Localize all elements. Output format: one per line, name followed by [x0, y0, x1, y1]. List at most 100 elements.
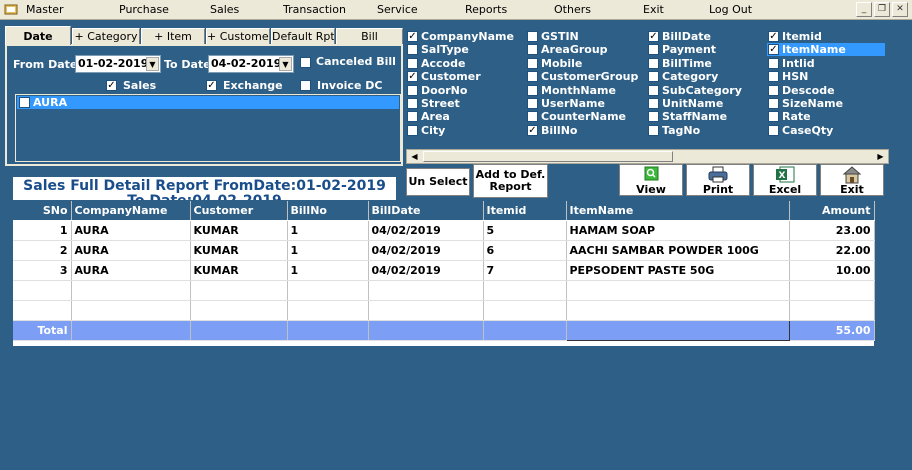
chevron-down-icon[interactable]: ▼	[279, 57, 292, 71]
table-row[interactable]: 2 AURA KUMAR 1 04/02/2019 6 AACHI SAMBAR POWDE…	[13, 240, 875, 261]
column-option-checkbox[interactable]	[768, 111, 779, 123]
menu-transaction[interactable]: Transaction	[283, 3, 346, 16]
list-item[interactable]: AURA	[17, 96, 399, 109]
column-option-checkbox[interactable]	[407, 71, 418, 83]
menu-others[interactable]: Others	[554, 3, 591, 16]
tab-date[interactable]: Date	[5, 26, 71, 45]
menu-purchase[interactable]: Purchase	[119, 3, 169, 16]
column-option-checkbox[interactable]	[407, 124, 418, 136]
exit-button[interactable]: Exit	[820, 164, 884, 196]
column-option[interactable]: Accode	[406, 57, 465, 70]
table-cell[interactable]: 10.00	[789, 260, 875, 281]
tab-customer[interactable]: + Customer	[206, 28, 270, 45]
column-option-checkbox[interactable]	[768, 44, 779, 56]
table-cell[interactable]: PEPSODENT PASTE 50G	[566, 260, 790, 281]
view-button[interactable]: View	[619, 164, 683, 196]
column-option[interactable]: Street	[406, 97, 460, 110]
column-option-checkbox[interactable]	[768, 124, 779, 136]
table-cell[interactable]: 04/02/2019	[368, 220, 484, 241]
table-cell[interactable]: AURA	[71, 220, 191, 241]
from-date-picker[interactable]: 01-02-2019 ▼	[75, 55, 161, 73]
column-scrollbar[interactable]: ◀ ▶	[406, 149, 889, 164]
menu-reports[interactable]: Reports	[465, 3, 507, 16]
column-option[interactable]: Category	[647, 70, 718, 83]
column-option[interactable]: BillTime	[647, 57, 712, 70]
header-companyname[interactable]: CompanyName	[71, 201, 191, 221]
column-option[interactable]: GSTIN	[526, 30, 579, 43]
table-cell[interactable]: 1	[287, 220, 369, 241]
report-grid[interactable]: SNo CompanyName Customer BillNo BillDate…	[13, 201, 875, 346]
column-option[interactable]: ItemName	[767, 43, 885, 57]
column-option-checkbox[interactable]	[407, 57, 418, 69]
menu-service[interactable]: Service	[377, 3, 418, 16]
table-cell[interactable]: 04/02/2019	[368, 260, 484, 281]
table-cell[interactable]: 7	[483, 260, 567, 281]
minimize-button[interactable]: _	[856, 2, 872, 17]
scroll-right-icon[interactable]: ▶	[873, 150, 888, 163]
column-option[interactable]: DoorNo	[406, 84, 467, 97]
column-option-checkbox[interactable]	[768, 57, 779, 69]
column-option[interactable]: Descode	[767, 84, 835, 97]
column-option-checkbox[interactable]	[527, 111, 538, 123]
header-amount[interactable]: Amount	[789, 201, 875, 221]
column-option[interactable]: CompanyName	[406, 30, 514, 43]
table-cell[interactable]: 23.00	[789, 220, 875, 241]
column-option[interactable]: UnitName	[647, 97, 723, 110]
invoice-dc-checkbox[interactable]	[300, 80, 311, 91]
column-option[interactable]: CustomerGroup	[526, 70, 638, 83]
table-cell[interactable]: 1	[287, 240, 369, 261]
list-item-checkbox[interactable]	[19, 97, 30, 108]
exchange-checkbox[interactable]	[206, 80, 217, 91]
table-cell[interactable]: 1	[13, 220, 72, 241]
restore-button[interactable]: ❐	[874, 2, 890, 17]
print-button[interactable]: Print	[686, 164, 750, 196]
column-option-checkbox[interactable]	[527, 84, 538, 96]
scroll-thumb[interactable]	[423, 151, 673, 162]
column-option-checkbox[interactable]	[407, 44, 418, 56]
column-option[interactable]: City	[406, 124, 445, 137]
column-option-checkbox[interactable]	[768, 31, 779, 42]
column-option[interactable]: Area	[406, 110, 450, 123]
column-option[interactable]: Customer	[406, 70, 481, 83]
table-cell[interactable]: KUMAR	[190, 260, 288, 281]
table-row[interactable]: 1 AURA KUMAR 1 04/02/2019 5 HAMAM SOAP 23.00	[13, 220, 875, 241]
column-option[interactable]: SubCategory	[647, 84, 742, 97]
menu-sales[interactable]: Sales	[210, 3, 239, 16]
menu-logout[interactable]: Log Out	[709, 3, 752, 16]
table-cell[interactable]: AACHI SAMBAR POWDER 100G	[566, 240, 790, 261]
canceled-bill-checkbox[interactable]	[300, 57, 311, 68]
column-option-checkbox[interactable]	[407, 98, 418, 109]
to-date-picker[interactable]: 04-02-2019 ▼	[208, 55, 294, 73]
column-option-checkbox[interactable]	[648, 57, 659, 69]
header-billdate[interactable]: BillDate	[368, 201, 484, 221]
menu-exit[interactable]: Exit	[643, 3, 664, 16]
column-option-checkbox[interactable]	[648, 124, 659, 136]
excel-button[interactable]: X Excel	[753, 164, 817, 196]
column-option[interactable]: AreaGroup	[526, 43, 608, 56]
table-cell[interactable]: 22.00	[789, 240, 875, 261]
table-cell[interactable]: 2	[13, 240, 72, 261]
column-option-checkbox[interactable]	[527, 124, 538, 136]
table-cell[interactable]: KUMAR	[190, 240, 288, 261]
close-button[interactable]: ✕	[892, 2, 908, 17]
table-cell[interactable]: AURA	[71, 260, 191, 281]
column-option-checkbox[interactable]	[407, 111, 418, 123]
add-to-default-report-button[interactable]: Add to Def. Report	[473, 164, 548, 198]
table-cell[interactable]: 3	[13, 260, 72, 281]
column-option[interactable]: Itemid	[767, 30, 822, 43]
header-itemid[interactable]: Itemid	[483, 201, 567, 221]
column-option[interactable]: Payment	[647, 43, 716, 56]
column-option[interactable]: SizeName	[767, 97, 843, 110]
column-option-checkbox[interactable]	[648, 31, 659, 42]
tab-default-rpt[interactable]: Default Rpt	[271, 28, 335, 45]
column-option[interactable]: HSN	[767, 70, 808, 83]
column-option[interactable]: Intlid	[767, 57, 815, 70]
column-option-checkbox[interactable]	[648, 98, 659, 109]
header-sno[interactable]: SNo	[13, 201, 72, 221]
column-option-checkbox[interactable]	[768, 98, 779, 109]
table-cell[interactable]: 5	[483, 220, 567, 241]
column-option-checkbox[interactable]	[648, 111, 659, 123]
company-list[interactable]: AURA	[15, 94, 401, 162]
table-row[interactable]: 3 AURA KUMAR 1 04/02/2019 7 PEPSODENT PASTE 50…	[13, 260, 875, 281]
table-cell[interactable]: HAMAM SOAP	[566, 220, 790, 241]
